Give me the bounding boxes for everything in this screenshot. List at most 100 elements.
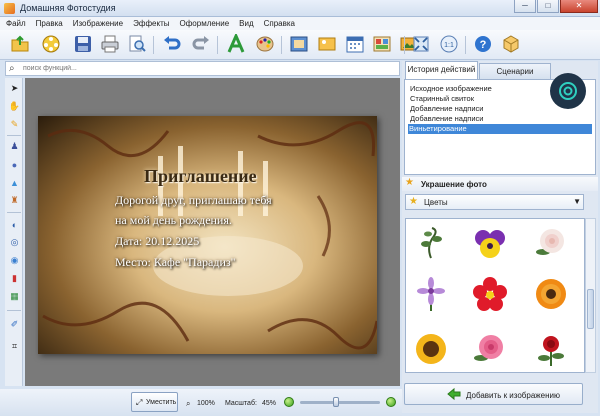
curves-tool-icon[interactable]: ◎ [8,236,21,249]
gallery-item-vine[interactable] [412,223,450,263]
menu-view[interactable]: Вид [239,19,253,28]
zoom-slider[interactable] [300,397,380,407]
invitation-line-1: Дорогой друг, приглашаю тебя [115,193,272,207]
menu-edit[interactable]: Правка [36,19,63,28]
collage-button[interactable] [371,33,393,55]
triangle-tool-icon[interactable]: ▲ [8,176,21,189]
gallery-item-red-flower[interactable] [471,274,509,314]
search-bar: ⌕ [5,61,400,76]
calendar-button[interactable] [344,33,366,55]
menu-effects[interactable]: Эффекты [133,19,169,28]
add-text-button[interactable] [225,33,247,55]
bottle-tool-icon[interactable]: ♟ [8,140,21,153]
help-button[interactable]: ? [472,33,494,55]
crop-tool-icon[interactable]: ⌗ [8,340,21,353]
floppy-disk-icon [75,36,91,52]
menu-image[interactable]: Изображение [73,19,123,28]
help-icon: ? [475,36,491,52]
eye-tool-icon[interactable]: ◉ [8,254,21,267]
zoom-in-button[interactable] [386,397,396,407]
actual-size-button[interactable]: 1:1 [438,33,460,55]
gallery-item-purple-daisy[interactable] [412,274,450,314]
gallery-item-white-rose[interactable] [532,223,570,263]
frame-icon [290,36,308,52]
gallery-scrollbar[interactable] [585,218,596,373]
drop-tool-icon[interactable]: ● [8,158,21,171]
gallery-item-sunflower[interactable] [412,329,450,369]
pointer-tool-icon[interactable]: ➤ [8,82,21,95]
tab-scenarios[interactable]: Сценарии [479,63,551,79]
fit-label: Уместить [146,399,177,406]
magic-wand-icon[interactable]: ✎ [8,118,21,131]
minimize-button[interactable]: ─ [514,0,536,13]
fit-screen-button[interactable] [410,33,432,55]
undo-button[interactable] [161,33,183,55]
decor-section-header: ★ Украшение фото [402,177,598,191]
history-item[interactable]: Добавление надписи [409,114,593,124]
photo-decorations [42,121,377,350]
box-icon [503,35,519,53]
preview-button[interactable] [126,33,148,55]
history-item-selected[interactable]: Виньетирование [408,124,592,134]
invitation-line-4: Место: Кафе "Парадиз" [115,255,236,269]
gallery-scroll-thumb[interactable] [587,289,594,329]
film-reel-icon [42,35,60,53]
gallery-item-pink-rose[interactable] [471,329,509,369]
star-icon: ★ [405,177,414,188]
channels-tool-icon[interactable]: ▦ [8,290,21,303]
zoom-out-button[interactable] [284,397,294,407]
fit-button[interactable]: ⤢ Уместить [131,392,178,412]
hand-tool-icon[interactable]: ✋ [8,100,21,113]
open-folder-button[interactable] [9,33,31,55]
left-tool-strip: ➤ ✋ ✎ ♟ ● ▲ ♜ ◐ ◎ ◉ ▮ ▦ ✐ ⌗ [5,78,23,386]
picture-icon [318,37,336,51]
menu-file[interactable]: Файл [6,19,26,28]
scale-label: Масштаб: [225,400,257,407]
gallery-item-red-rose[interactable] [532,329,570,369]
canvas-area: Приглашение Дорогой друг, приглашаю тебя… [25,78,400,386]
zoom-slider-knob[interactable] [333,397,339,407]
undo-icon [164,36,181,50]
masks-button[interactable] [316,33,338,55]
stamp-tool-icon[interactable]: ♜ [8,194,21,207]
decor-section-title: Украшение фото [421,180,487,189]
add-to-image-button[interactable]: Добавить к изображению [404,383,583,405]
status-bar: ⤢ Уместить ⌕ 100% Масштаб: 45% [0,389,402,416]
tab-history[interactable]: История действий [405,61,478,79]
zoom-100-label[interactable]: 100% [197,400,215,407]
target-icon [559,82,577,100]
frames-button[interactable] [288,33,310,55]
scale-value: 45% [262,400,277,407]
save-button[interactable] [72,33,94,55]
edited-photo[interactable]: Приглашение Дорогой друг, приглашаю тебя… [38,116,377,354]
green-arrow-icon [447,387,461,401]
menu-design[interactable]: Оформление [179,19,229,28]
zoom-100-icon[interactable]: ⌕ [186,399,190,409]
palette-button[interactable] [254,33,276,55]
fit-icon: ⤢ [136,398,143,407]
svg-text:1:1: 1:1 [444,42,454,49]
magnifier-page-icon [129,35,146,52]
search-input[interactable] [23,63,393,74]
gallery-item-gerbera[interactable] [532,274,570,314]
fit-arrows-icon [413,36,429,52]
menu-help[interactable]: Справка [264,19,295,28]
contrast-tool-icon[interactable]: ◐ [8,218,21,231]
invitation-line-2: на мой день рождения. [115,213,232,227]
close-button[interactable]: ✕ [560,0,598,13]
film-reel-button[interactable] [40,33,62,55]
window-title: Домашняя Фотостудия [20,3,116,13]
floating-assistant-button[interactable] [550,73,586,109]
box-button[interactable] [500,33,522,55]
category-select[interactable]: ★ Цветы ▼ [405,194,584,210]
levels-tool-icon[interactable]: ▮ [8,272,21,285]
maximize-button[interactable]: □ [537,0,559,13]
redo-button[interactable] [190,33,212,55]
redo-icon [192,36,209,50]
print-button[interactable] [99,33,121,55]
brush-tool-icon[interactable]: ✐ [8,318,21,331]
red-rose-icon [538,336,564,366]
gallery-item-pansy[interactable] [471,223,509,263]
right-panel: История действий Сценарии Исходное изобр… [402,61,598,413]
calendar-icon [346,36,364,53]
